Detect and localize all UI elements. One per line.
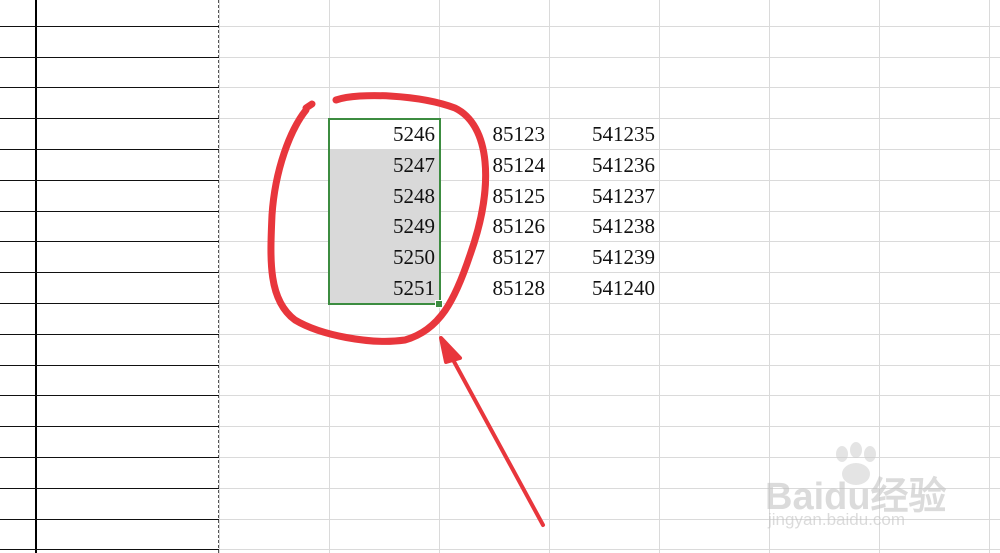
gridline-horizontal [219, 87, 1000, 88]
cell[interactable]: 541238 [549, 211, 655, 241]
table-border-horizontal [0, 395, 219, 396]
table-border-horizontal [0, 180, 219, 181]
gridline-horizontal [219, 395, 1000, 396]
table-border-horizontal [0, 519, 219, 520]
table-border-horizontal [0, 211, 219, 212]
left-bordered-table [0, 0, 219, 553]
gridline-horizontal [219, 365, 1000, 366]
table-border-horizontal [0, 118, 219, 119]
cell[interactable]: 541235 [549, 119, 655, 149]
gridline-vertical [659, 0, 660, 553]
selection-range[interactable] [328, 118, 441, 305]
gridline-horizontal [219, 26, 1000, 27]
gridline-horizontal [219, 334, 1000, 335]
cell[interactable]: 541240 [549, 273, 655, 303]
watermark: Baidu经验 jingyan.baidu.com [760, 440, 990, 540]
watermark-url: jingyan.baidu.com [768, 510, 906, 529]
cell[interactable]: 541239 [549, 242, 655, 272]
cell[interactable]: 85123 [439, 119, 546, 149]
cell[interactable]: 85127 [439, 242, 546, 272]
table-border-horizontal [0, 303, 219, 304]
table-border-horizontal [0, 549, 219, 550]
gridline-vertical [219, 0, 220, 553]
table-border-horizontal [0, 426, 219, 427]
table-border-horizontal [0, 26, 219, 27]
gridline-horizontal [219, 57, 1000, 58]
cell[interactable]: 541236 [549, 150, 655, 180]
cell[interactable]: 85128 [439, 273, 546, 303]
gridline-horizontal [219, 549, 1000, 550]
table-border-horizontal [0, 149, 219, 150]
table-border-horizontal [0, 272, 219, 273]
table-border-horizontal [0, 334, 219, 335]
cell[interactable]: 85124 [439, 150, 546, 180]
table-border-vertical [35, 0, 37, 553]
table-border-horizontal [0, 365, 219, 366]
table-border-horizontal [0, 87, 219, 88]
table-border-horizontal [0, 457, 219, 458]
cell[interactable]: 85126 [439, 211, 546, 241]
cell[interactable]: 85125 [439, 181, 546, 211]
cell[interactable]: 541237 [549, 181, 655, 211]
table-border-horizontal [0, 488, 219, 489]
gridline-horizontal [219, 426, 1000, 427]
fill-handle[interactable] [435, 300, 443, 308]
table-border-horizontal [0, 57, 219, 58]
table-border-horizontal [0, 241, 219, 242]
